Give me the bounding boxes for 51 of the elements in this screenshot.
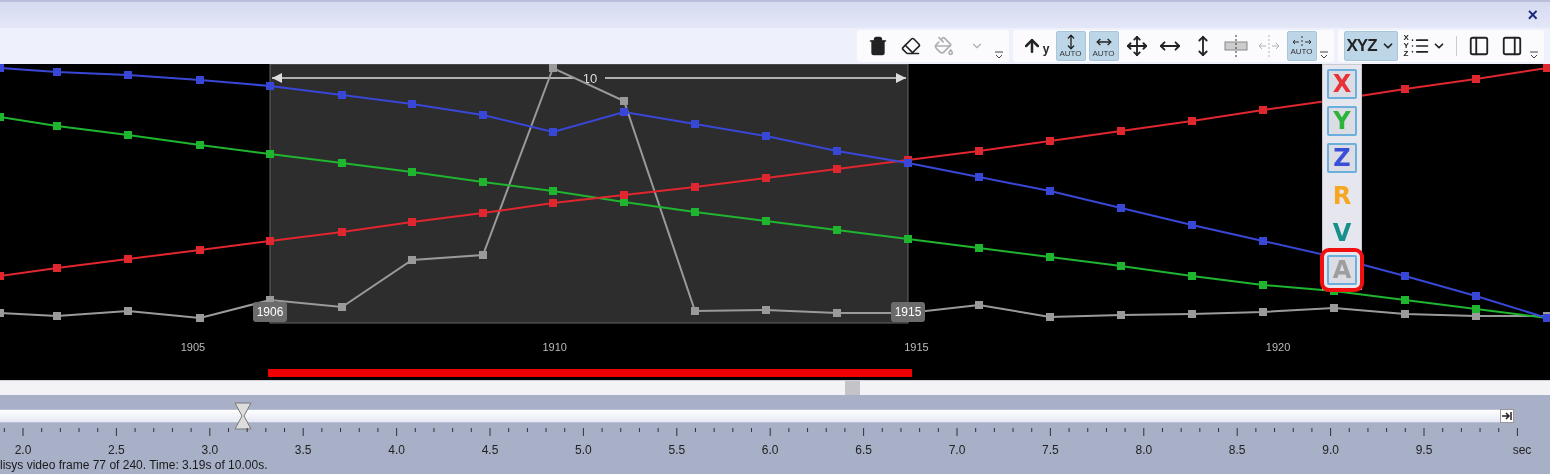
span-label: 10 xyxy=(582,71,598,86)
auto-spread-button[interactable]: AUTO xyxy=(1286,31,1317,61)
close-button[interactable]: × xyxy=(1523,6,1542,24)
time-tick-label: 9.0 xyxy=(1322,442,1339,457)
timeline-handle[interactable] xyxy=(234,402,252,430)
overflow-grip-icon[interactable] xyxy=(1319,51,1328,59)
time-tick-label: 3.5 xyxy=(294,442,312,457)
spread-arrows-icon xyxy=(1256,35,1281,57)
horizontal-scrollbar[interactable] xyxy=(0,380,1550,395)
status-text: lisys video frame 77 of 240. Time: 3.19s of 10.00s. xyxy=(0,457,268,472)
frame-label: 1906 xyxy=(253,302,287,322)
spread-arrows-icon xyxy=(1290,36,1313,48)
time-tick-label: 7.0 xyxy=(948,442,966,457)
auto-horizontal-button[interactable]: AUTO xyxy=(1088,31,1119,61)
axis-tick-label: 1920 xyxy=(1265,341,1291,353)
axis-tick-label: 1910 xyxy=(542,341,567,353)
time-tick-label: 8.0 xyxy=(1135,442,1153,457)
eraser-icon xyxy=(900,36,921,56)
list-icon xyxy=(1410,36,1430,56)
overflow-grip-icon[interactable] xyxy=(1530,51,1538,59)
move-icon xyxy=(1125,35,1148,57)
frame-label: 1915 xyxy=(891,302,925,322)
paint-bucket-icon xyxy=(933,36,954,56)
trash-icon xyxy=(867,36,888,56)
right-panel-icon xyxy=(1501,35,1523,57)
component-dropdown[interactable]: XYZ xyxy=(1343,31,1398,61)
axis-tick-label: 1905 xyxy=(180,341,206,353)
axis-tick-label: 1915 xyxy=(904,341,929,353)
time-tick-label: 2.5 xyxy=(108,442,125,457)
time-unit-label: sec xyxy=(1512,442,1532,457)
time-tick-label: 6.0 xyxy=(761,442,779,457)
auto-vertical-button[interactable]: AUTO xyxy=(1055,31,1086,61)
skip-to-end-button[interactable] xyxy=(1500,409,1514,423)
time-tick-label: 5.0 xyxy=(575,442,592,457)
time-tick-label: 5.5 xyxy=(668,442,686,457)
time-tick-label: 3.0 xyxy=(201,442,219,457)
time-tick-label: 4.5 xyxy=(481,442,499,457)
time-tick-label: 4.0 xyxy=(388,442,405,457)
time-tick-label: 9.5 xyxy=(1415,442,1433,457)
scrollbar-thumb[interactable] xyxy=(845,381,860,395)
component-list-dropdown[interactable]: XYZ xyxy=(1400,31,1449,61)
time-tick-label: 6.5 xyxy=(855,442,872,457)
split-bar-icon xyxy=(1223,35,1248,57)
skip-to-end-icon xyxy=(1502,412,1512,420)
axis-menu-item[interactable]: Z xyxy=(1327,143,1357,174)
time-tick-label: 7.5 xyxy=(1042,442,1059,457)
left-panel-icon xyxy=(1468,35,1490,57)
time-tick-label: 2.0 xyxy=(14,442,32,457)
overflow-grip-icon[interactable] xyxy=(994,51,1003,59)
time-tick-label: 8.5 xyxy=(1228,442,1246,457)
axis-button[interactable]: y xyxy=(1018,31,1053,61)
